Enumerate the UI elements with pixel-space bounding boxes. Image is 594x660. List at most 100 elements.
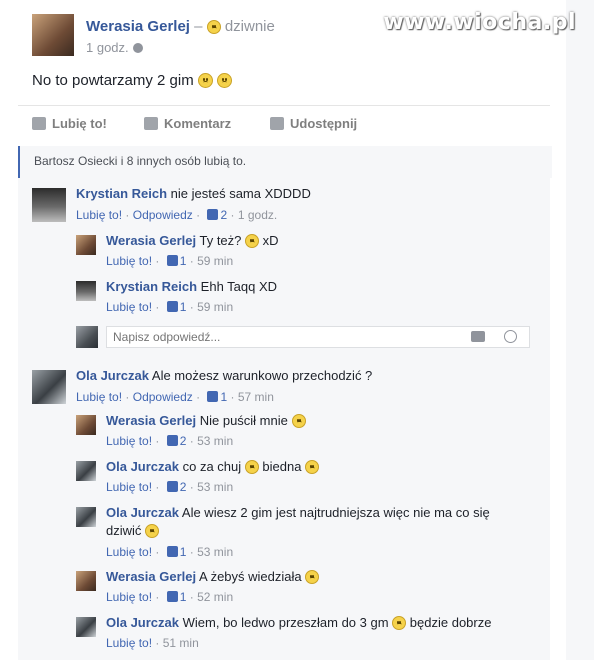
comment-like-link[interactable]: Lubię to!	[106, 590, 152, 604]
reply-input[interactable]	[107, 327, 459, 347]
separator: ·	[155, 254, 160, 268]
divider	[18, 105, 550, 106]
comment-meta: Lubię to! · 51 min	[106, 636, 199, 650]
commenter-avatar[interactable]	[76, 461, 96, 481]
comment-like-link[interactable]: Lubię to!	[76, 208, 122, 222]
camera-icon[interactable]	[471, 331, 485, 342]
scrollbar[interactable]	[566, 0, 594, 660]
likes-summary: Bartosz Osiecki i 8 innych osób lubią to…	[18, 146, 552, 178]
comment-time[interactable]: 53 min	[197, 480, 233, 494]
comment-like-count[interactable]: 1	[180, 254, 187, 268]
likes-names[interactable]: Bartosz Osiecki i 8 innych osób	[34, 154, 201, 168]
share-label: Udostępnij	[290, 116, 358, 131]
comment-like-count[interactable]: 1	[180, 545, 187, 559]
comment-time[interactable]: 51 min	[163, 636, 199, 650]
comment-author[interactable]: Ola Jurczak	[106, 615, 179, 630]
commenter-avatar[interactable]	[32, 370, 66, 404]
comment-text: co za chuj	[182, 459, 242, 474]
comment-time[interactable]: 57 min	[238, 390, 274, 404]
comment-meta: Lubię to! · Odpowiedz · 2 · 1 godz.	[76, 208, 277, 222]
comment-like-link[interactable]: Lubię to!	[106, 480, 152, 494]
comment-author[interactable]: Ola Jurczak	[106, 505, 179, 520]
comment-meta: Lubię to! · 1 · 52 min	[106, 590, 233, 604]
commenter-avatar[interactable]	[76, 415, 96, 435]
comment-text: Wiem, bo ledwo przeszłam do 3 gm	[182, 615, 389, 630]
emoji-picker-icon[interactable]	[504, 330, 517, 343]
like-button[interactable]: Lubię to!	[32, 116, 107, 131]
comment-time[interactable]: 53 min	[197, 545, 233, 559]
commenter-avatar[interactable]	[76, 571, 96, 591]
comment-like-link[interactable]: Lubię to!	[106, 300, 152, 314]
post-feeling[interactable]: dziwnie	[225, 18, 275, 35]
comment-button[interactable]: Komentarz	[144, 116, 231, 131]
comments-section: Krystian Reich nie jesteś sama XDDDD Lub…	[18, 178, 550, 660]
comment-text-line: Werasia Gerlej Ty też? xD	[106, 233, 279, 248]
post-card: Werasia Gerlej – dziwnie 1 godz. No to p…	[0, 0, 567, 660]
comment-text-2: biedna	[262, 459, 302, 474]
share-button[interactable]: Udostępnij	[270, 116, 357, 131]
comment-author[interactable]: Ola Jurczak	[106, 459, 179, 474]
post-timestamp[interactable]: 1 godz.	[86, 40, 143, 55]
comment-author[interactable]: Krystian Reich	[106, 279, 197, 294]
comment-text-line: Ola Jurczak Ale wiesz 2 gim jest najtrud…	[106, 505, 490, 520]
comment-like-count[interactable]: 2	[180, 434, 187, 448]
sad-emoji-icon	[197, 73, 213, 88]
share-arrow-icon	[270, 117, 284, 130]
thumbs-up-icon	[32, 117, 46, 130]
dash-separator: –	[194, 18, 203, 35]
comment-like-link[interactable]: Lubię to!	[106, 545, 152, 559]
comment-reply-link[interactable]: Odpowiedz	[133, 390, 193, 404]
like-count-icon	[166, 591, 178, 602]
comment-like-link[interactable]: Lubię to!	[106, 636, 152, 650]
comment-author[interactable]: Werasia Gerlej	[106, 233, 196, 248]
comment-text-line: Krystian Reich nie jesteś sama XDDDD	[76, 186, 311, 201]
comment-like-count[interactable]: 2	[180, 480, 187, 494]
comment-like-link[interactable]: Lubię to!	[76, 390, 122, 404]
comment-time[interactable]: 52 min	[197, 590, 233, 604]
separator: ·	[155, 590, 160, 604]
commenter-avatar[interactable]	[76, 235, 96, 255]
like-count-icon	[166, 481, 178, 492]
reply-box	[106, 326, 530, 348]
comment-icon	[144, 117, 158, 130]
sad-emoji-icon	[217, 73, 233, 88]
comment-like-link[interactable]: Lubię to!	[106, 434, 152, 448]
separator: ·	[189, 300, 194, 314]
post-author-name[interactable]: Werasia Gerlej	[86, 18, 190, 35]
like-count-icon	[166, 435, 178, 446]
sad-emoji-icon	[245, 234, 260, 248]
comment-time[interactable]: 53 min	[197, 434, 233, 448]
separator: ·	[189, 545, 194, 559]
comment-author[interactable]: Ola Jurczak	[76, 368, 149, 383]
comment-time[interactable]: 1 godz.	[238, 208, 277, 222]
comment-like-count[interactable]: 1	[220, 390, 227, 404]
comment-author[interactable]: Werasia Gerlej	[106, 413, 196, 428]
comment-text: Ale możesz warunkowo przechodzić ?	[151, 368, 373, 383]
comment-author[interactable]: Krystian Reich	[76, 186, 167, 201]
comment-like-count[interactable]: 1	[180, 300, 187, 314]
separator: ·	[230, 208, 235, 222]
comment-text-line: Krystian Reich Ehh Taqq XD	[106, 279, 277, 294]
comment-time[interactable]: 59 min	[197, 300, 233, 314]
commenter-avatar[interactable]	[32, 188, 66, 222]
separator: ·	[155, 300, 160, 314]
separator: ·	[196, 208, 201, 222]
likes-suffix: lubią to.	[204, 154, 247, 168]
comment-like-link[interactable]: Lubię to!	[106, 254, 152, 268]
commenter-avatar[interactable]	[76, 507, 96, 527]
comment-author[interactable]: Werasia Gerlej	[106, 569, 196, 584]
separator: ·	[230, 390, 235, 404]
comment-meta: Lubię to! · 2 · 53 min	[106, 434, 233, 448]
author-avatar[interactable]	[32, 14, 74, 56]
commenter-avatar[interactable]	[76, 617, 96, 637]
comment-reply-link[interactable]: Odpowiedz	[133, 208, 193, 222]
sad-emoji-icon	[305, 460, 320, 474]
comment-time[interactable]: 59 min	[197, 254, 233, 268]
comment-like-count[interactable]: 1	[180, 590, 187, 604]
separator: ·	[189, 590, 194, 604]
commenter-avatar[interactable]	[76, 281, 96, 301]
comment-text: Ehh Taqq XD	[200, 279, 278, 294]
comment-like-count[interactable]: 2	[220, 208, 227, 222]
comment-text: Ale wiesz 2 gim jest najtrudniejsza więc…	[181, 505, 490, 520]
comment-text-line-2: dziwić	[106, 523, 160, 538]
